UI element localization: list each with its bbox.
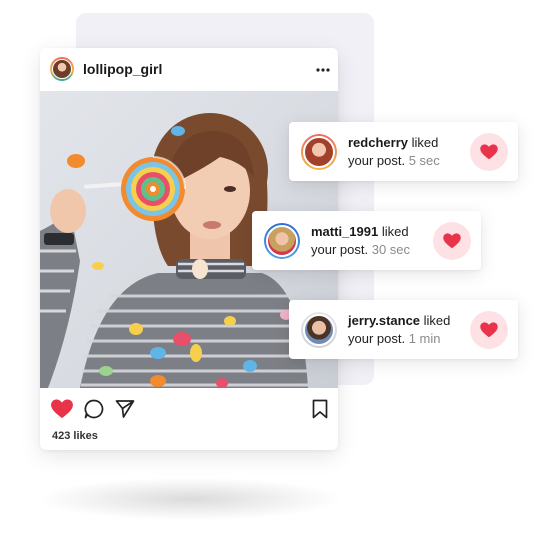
notification-message: your post. [311,242,369,257]
notification-text: matti_1991 liked your post. 30 sec [311,223,410,259]
post-header: lollipop_girl [40,48,338,91]
post-avatar[interactable] [50,57,74,81]
notification-text: jerry.stance liked your post. 1 min [348,312,450,348]
like-back-button[interactable] [433,222,471,260]
post-username[interactable]: lollipop_girl [83,61,162,77]
notification-username[interactable]: jerry.stance [348,313,420,328]
comment-icon[interactable] [84,399,104,419]
notification-avatar[interactable] [301,134,337,170]
notification-text: redcherry liked your post. 5 sec [348,134,440,170]
notification-action: liked [381,224,409,239]
bookmark-icon[interactable] [312,399,328,419]
like-notification[interactable]: redcherry liked your post. 5 sec [289,122,518,181]
likes-count[interactable]: 423 likes [52,430,98,442]
heart-icon[interactable] [51,399,73,419]
notification-message: your post. [348,331,406,346]
notification-username[interactable]: redcherry [348,135,408,150]
notification-time: 30 sec [371,242,411,257]
notification-time: 1 min [408,331,441,346]
notification-avatar[interactable] [301,312,337,348]
more-horizontal-icon[interactable] [316,68,330,72]
notification-time: 5 sec [408,153,440,168]
send-icon[interactable] [115,399,135,419]
heart-icon [443,233,461,249]
heart-icon [480,322,498,338]
like-back-button[interactable] [470,133,508,171]
like-back-button[interactable] [470,311,508,349]
notification-message: your post. [348,153,406,168]
notification-action: liked [423,313,451,328]
notification-action: liked [411,135,439,150]
notification-avatar[interactable] [264,223,300,259]
heart-icon [480,144,498,160]
card-shadow [40,478,340,520]
like-notification[interactable]: matti_1991 liked your post. 30 sec [252,211,481,270]
like-notification[interactable]: jerry.stance liked your post. 1 min [289,300,518,359]
notification-username[interactable]: matti_1991 [311,224,378,239]
